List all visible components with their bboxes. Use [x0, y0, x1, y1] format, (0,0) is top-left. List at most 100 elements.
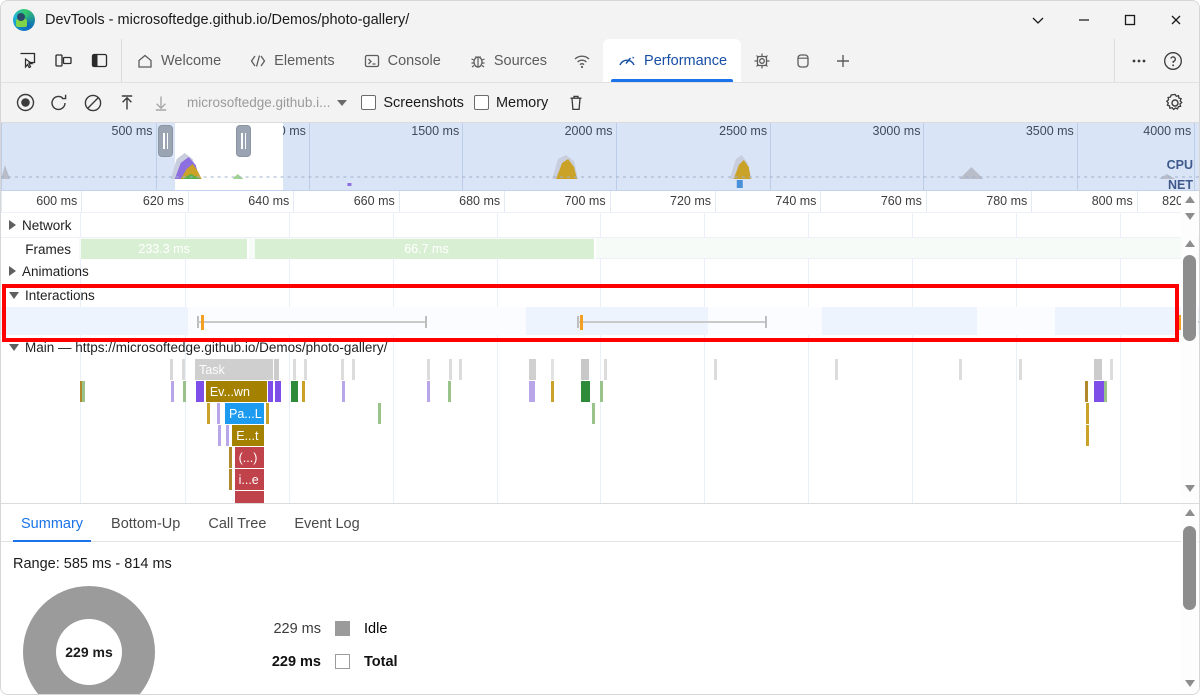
drawer-scrollbar[interactable] [1181, 504, 1198, 694]
download-profile-icon[interactable] [145, 89, 177, 117]
gear-icon[interactable] [1159, 89, 1191, 117]
minimize-icon[interactable] [1061, 1, 1107, 39]
flame-block-deepest[interactable] [234, 491, 265, 503]
chevron-down-icon[interactable] [1015, 1, 1061, 39]
interactions-lane[interactable] [1, 307, 1199, 335]
drawer-scroll-down-arrow[interactable] [1181, 675, 1198, 692]
flame-block-event[interactable]: Ev...wn [205, 381, 269, 402]
flame-sliver [169, 359, 173, 380]
reload-record-icon[interactable] [43, 89, 75, 117]
flame-block-anonymous[interactable]: (...) [234, 447, 265, 468]
tab-welcome[interactable]: Welcome [122, 39, 235, 82]
tab-elements[interactable]: Elements [235, 39, 348, 82]
flame-sliver [427, 381, 431, 402]
tab-application[interactable] [783, 39, 823, 82]
overview-tick: 4000 ms [1143, 124, 1192, 138]
tab-memory[interactable] [741, 39, 783, 82]
overview-tick: 2500 ms [719, 124, 768, 138]
flame-sliver [290, 381, 298, 402]
tab-sources[interactable]: Sources [455, 39, 561, 82]
dock-side-icon[interactable] [83, 46, 115, 76]
legend-swatch [335, 621, 350, 636]
chevron-down-icon[interactable] [9, 343, 19, 351]
flame-block-inner[interactable]: i...e [234, 469, 265, 490]
flame-block-label: Ev...wn [209, 384, 250, 399]
device-toolbar-icon[interactable] [47, 46, 79, 76]
chevron-right-icon[interactable] [9, 220, 16, 230]
flame-sliver [207, 403, 211, 424]
legend-row-idle[interactable]: 229 ms Idle [243, 612, 398, 645]
overview-tick: 500 ms [111, 124, 153, 138]
inspect-icon[interactable] [11, 46, 43, 76]
maximize-icon[interactable] [1107, 1, 1153, 39]
trash-icon[interactable] [560, 89, 592, 117]
clear-icon[interactable] [77, 89, 109, 117]
ruler-tick: 760 ms [880, 194, 922, 208]
flame-sliver [342, 381, 346, 402]
flame-block-task[interactable]: Task [195, 359, 275, 380]
flame-block-label: Task [199, 362, 225, 377]
flame-sliver [265, 403, 269, 424]
frame-block[interactable]: 66.7 ms [258, 239, 597, 259]
flame-block-parse[interactable]: Pa...L [225, 403, 265, 424]
add-panel-button[interactable] [823, 39, 863, 82]
more-options-icon[interactable] [1123, 46, 1155, 76]
track-interactions-header[interactable]: Interactions [1, 283, 1199, 307]
tab-console[interactable]: Console [349, 39, 455, 82]
frame-block[interactable]: 233.3 ms [81, 239, 249, 259]
overview-timeline[interactable]: 500 ms 1000 ms 1500 ms 2000 ms 2500 ms 3… [1, 123, 1199, 191]
track-animations[interactable]: Animations [1, 259, 1199, 283]
track-main[interactable]: Main — https://microsoftedge.github.io/D… [1, 335, 1199, 503]
drawer-scrollbar-thumb[interactable] [1183, 526, 1196, 610]
flame-sliver [550, 381, 554, 402]
ruler-tick: 640 ms [248, 194, 290, 208]
network-icon [572, 52, 592, 70]
track-animations-header[interactable]: Animations [1, 259, 1199, 283]
track-network[interactable]: Network [1, 213, 1199, 237]
flame-sliver [268, 381, 274, 402]
scroll-page-up-arrow[interactable] [1181, 235, 1198, 252]
timeline-tracks[interactable]: 600 ms 620 ms 640 ms 660 ms 680 ms 700 m… [1, 191, 1199, 503]
summary-legend: 229 ms Idle 229 ms Total [243, 612, 398, 678]
tab-network[interactable] [561, 39, 603, 82]
panel-tabstrip: Welcome Elements Console Sources Perform… [1, 39, 1199, 83]
tab-event-log[interactable]: Event Log [280, 516, 373, 541]
close-icon[interactable] [1153, 1, 1199, 39]
flame-sliver [713, 359, 717, 380]
screenshots-checkbox[interactable]: Screenshots [361, 95, 464, 111]
help-icon[interactable] [1157, 46, 1189, 76]
legend-row-total[interactable]: 229 ms Total [243, 645, 398, 678]
overview-selection-handle-left[interactable] [159, 126, 173, 156]
overview-selection-handle-right[interactable] [237, 126, 250, 156]
flame-block-evaluate[interactable]: E...t [232, 425, 265, 446]
scroll-page-down-arrow[interactable] [1181, 480, 1198, 497]
flame-sliver [603, 359, 607, 380]
timeline-ruler[interactable]: 600 ms 620 ms 640 ms 660 ms 680 ms 700 m… [1, 191, 1199, 213]
track-main-header[interactable]: Main — https://microsoftedge.github.io/D… [1, 335, 1199, 359]
upload-profile-icon[interactable] [111, 89, 143, 117]
track-network-header[interactable]: Network [1, 213, 1199, 237]
flame-chart[interactable]: Task Ev...wn Pa...L E...t (...) i...e [1, 359, 1199, 503]
drawer-scroll-up-arrow[interactable] [1181, 504, 1198, 521]
interaction-bar [578, 321, 767, 323]
target-select-label: microsoftedge.github.i... [187, 95, 331, 110]
interaction-entry[interactable] [197, 315, 428, 330]
track-frames[interactable]: 233.3 ms 66.7 ms Frames [1, 237, 1199, 260]
chevron-right-icon[interactable] [9, 266, 16, 276]
console-icon [363, 52, 381, 70]
tab-performance[interactable]: Performance [603, 39, 742, 82]
record-icon[interactable] [9, 89, 41, 117]
tab-welcome-label: Welcome [161, 52, 222, 69]
scroll-up-arrow[interactable] [1181, 191, 1198, 208]
chevron-down-icon[interactable] [9, 291, 19, 299]
target-select[interactable]: microsoftedge.github.i... [187, 95, 348, 110]
interaction-entry[interactable] [577, 315, 767, 330]
ruler-tick: 800 ms [1091, 194, 1133, 208]
tab-call-tree[interactable]: Call Tree [194, 516, 280, 541]
overview-cpu-label: CPU [1166, 158, 1193, 172]
tab-bottom-up[interactable]: Bottom-Up [97, 516, 194, 541]
arrow-up-icon [1184, 240, 1195, 247]
track-interactions[interactable]: Interactions [1, 283, 1199, 335]
tab-summary[interactable]: Summary [7, 516, 97, 542]
memory-checkbox[interactable]: Memory [473, 95, 548, 111]
